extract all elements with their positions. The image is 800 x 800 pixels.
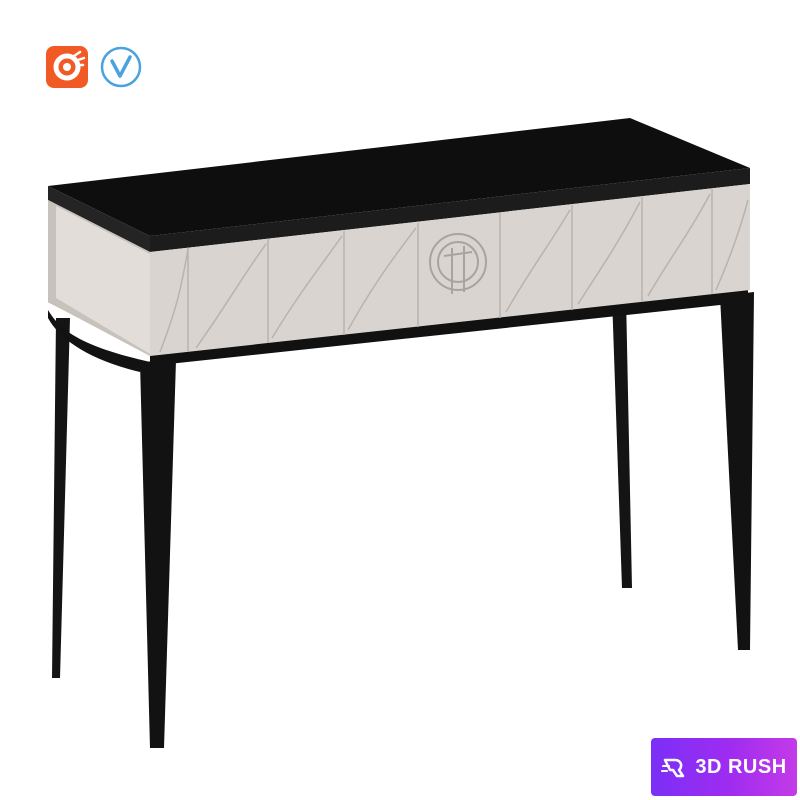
front-left-leg xyxy=(140,360,176,748)
back-right-leg xyxy=(612,296,632,588)
back-left-leg xyxy=(52,318,70,678)
brand-watermark: 3D RUSH xyxy=(651,738,797,796)
brand-label: 3D RUSH xyxy=(695,755,787,778)
console-table-illustration xyxy=(48,118,754,748)
3drush-logo-icon xyxy=(661,758,685,778)
product-render-stage: 3D RUSH xyxy=(0,0,800,800)
front-right-leg xyxy=(720,292,754,650)
